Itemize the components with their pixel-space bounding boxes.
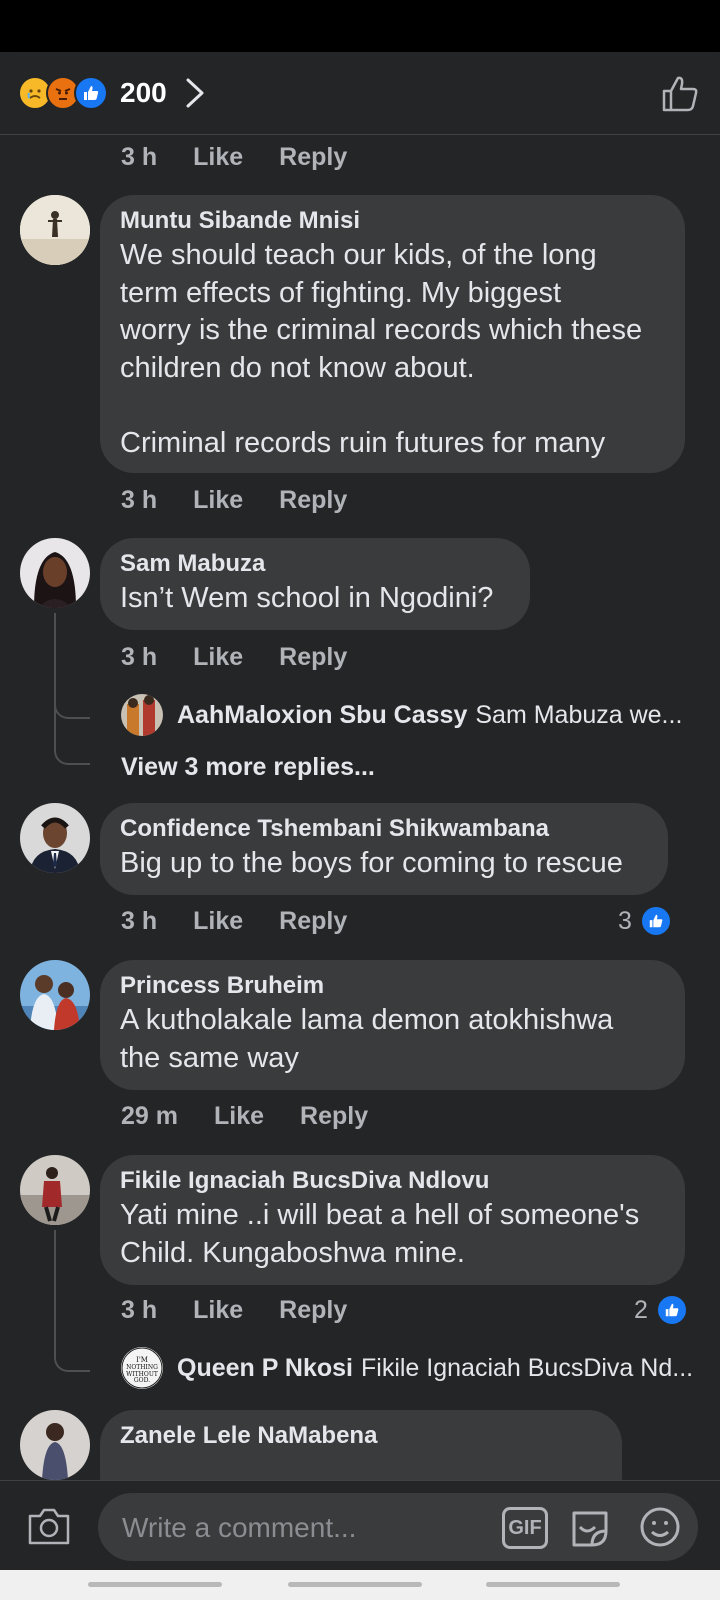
comment-input-container[interactable]: GIF [98, 1493, 698, 1561]
comment-meta: 29 m Like Reply [121, 1102, 404, 1131]
avatar[interactable] [20, 1155, 90, 1225]
comment-author[interactable]: Confidence Tshembani Shikwambana [120, 813, 648, 845]
like-link[interactable]: Like [193, 143, 243, 172]
comment-author[interactable]: Muntu Sibande Mnisi [120, 205, 665, 237]
avatar[interactable] [20, 803, 90, 873]
thread-line [54, 613, 90, 765]
reactions-header: 200 [0, 52, 720, 135]
reply-preview[interactable]: I'M NOTHING WITHOUT GOD. Queen P Nkosi Fiki… [121, 1347, 693, 1389]
avatar [121, 694, 163, 736]
reaction-summary[interactable]: 200 [18, 76, 167, 110]
svg-text:I'M: I'M [136, 1356, 148, 1364]
system-nav-bar [0, 1570, 720, 1600]
gif-button[interactable]: GIF [502, 1507, 548, 1549]
reply-preview[interactable]: AahMaloxion Sbu Cassy Sam Mabuza we... [121, 694, 682, 736]
comment-time: 3 h [121, 143, 158, 171]
view-more-replies-link[interactable]: View 3 more replies... [121, 753, 375, 782]
reply-link[interactable]: Reply [279, 143, 347, 172]
comment-bubble[interactable]: Sam Mabuza Isn’t Wem school in Ngodini? [100, 538, 530, 630]
comment-author[interactable]: Sam Mabuza [120, 548, 510, 580]
like-link[interactable]: Like [193, 486, 243, 515]
comment-bubble[interactable]: Princess Bruheim A kutholakale lama demo… [100, 960, 685, 1090]
status-bar [0, 0, 720, 52]
like-link[interactable]: Like [193, 643, 243, 672]
avatar: I'M NOTHING WITHOUT GOD. [121, 1347, 163, 1389]
comment-text: Big up to the boys for coming to rescue [120, 847, 623, 879]
like-count-number: 3 [618, 906, 632, 935]
comment-author[interactable]: Zanele Lele NaMabena [120, 1420, 602, 1452]
chevron-right-icon[interactable] [180, 76, 210, 110]
reply-link[interactable]: Reply [279, 486, 347, 515]
comment-bubble[interactable]: Fikile Ignaciah BucsDiva Ndlovu Yati min… [100, 1155, 685, 1285]
comment-like-count[interactable]: 2 [634, 1294, 688, 1326]
reaction-count: 200 [120, 77, 167, 108]
like-link[interactable]: Like [193, 1296, 243, 1325]
emoji-icon[interactable] [638, 1505, 682, 1549]
nav-recents-handle[interactable] [88, 1582, 222, 1587]
comment-author[interactable]: Fikile Ignaciah BucsDiva Ndlovu [120, 1165, 665, 1197]
avatar[interactable] [20, 538, 90, 608]
nav-home-handle[interactable] [288, 1582, 422, 1587]
comment-input[interactable] [120, 1507, 484, 1549]
reply-author: Queen P Nkosi [177, 1353, 353, 1382]
comment-bubble[interactable]: Muntu Sibande Mnisi We should teach our … [100, 195, 685, 473]
quote-avatar-graphic: I'MNOTHINGWITHOUTGOD. [121, 1347, 163, 1389]
comment-like-count[interactable]: 3 [618, 905, 672, 937]
like-link[interactable]: Like [214, 1102, 264, 1131]
comment-composer: GIF [0, 1480, 720, 1571]
reply-text: Fikile Ignaciah BucsDiva Nd... [361, 1353, 694, 1382]
reply-text: Sam Mabuza we... [475, 700, 683, 729]
comment-meta: 3 h Like Reply [121, 643, 383, 672]
comment-meta: 3 h Like Reply [121, 907, 383, 936]
comment-time: 3 h [121, 486, 158, 514]
comment-author[interactable]: Princess Bruheim [120, 970, 665, 1002]
thread-line [54, 1230, 90, 1372]
like-badge-icon [655, 1294, 688, 1326]
comment-bubble[interactable]: Zanele Lele NaMabena [100, 1410, 622, 1480]
reply-link[interactable]: Reply [279, 907, 347, 936]
like-post-icon[interactable] [660, 74, 700, 114]
comment-bubble[interactable]: Confidence Tshembani Shikwambana Big up … [100, 803, 668, 895]
comment-time: 29 m [121, 1102, 178, 1130]
svg-text:NOTHING: NOTHING [126, 1364, 158, 1371]
like-link[interactable]: Like [193, 907, 243, 936]
comment-time: 3 h [121, 907, 158, 935]
avatar[interactable] [20, 960, 90, 1030]
comments-list: 3 h Like Reply Muntu Sibande Mnisi We sh… [0, 135, 720, 1480]
svg-text:GOD.: GOD. [134, 1377, 150, 1384]
comment-meta: 3 h Like Reply [121, 486, 383, 515]
camera-icon[interactable] [26, 1503, 72, 1549]
nav-back-handle[interactable] [486, 1582, 620, 1587]
reply-author: AahMaloxion Sbu Cassy [177, 700, 468, 729]
comment-text: We should teach our kids, of the long te… [120, 239, 643, 459]
comment-text: A kutholakale lama demon atokhishwa the … [120, 1004, 614, 1074]
comment-text: Isn’t Wem school in Ngodini? [120, 582, 494, 614]
comment-meta: 3 h Like Reply [121, 143, 383, 172]
comment-time: 3 h [121, 643, 158, 671]
comment-time: 3 h [121, 1296, 158, 1324]
avatar[interactable] [20, 1410, 90, 1480]
reply-link[interactable]: Reply [279, 1296, 347, 1325]
reply-link[interactable]: Reply [300, 1102, 368, 1131]
sticker-icon[interactable] [568, 1505, 612, 1549]
comment-meta: 3 h Like Reply [121, 1296, 383, 1325]
like-badge-icon [639, 905, 672, 937]
like-count-number: 2 [634, 1295, 648, 1324]
like-reaction-icon [74, 76, 108, 110]
comment-text: Yati mine ..i will beat a hell of someon… [120, 1199, 640, 1269]
reply-link[interactable]: Reply [279, 643, 347, 672]
avatar[interactable] [20, 195, 90, 265]
